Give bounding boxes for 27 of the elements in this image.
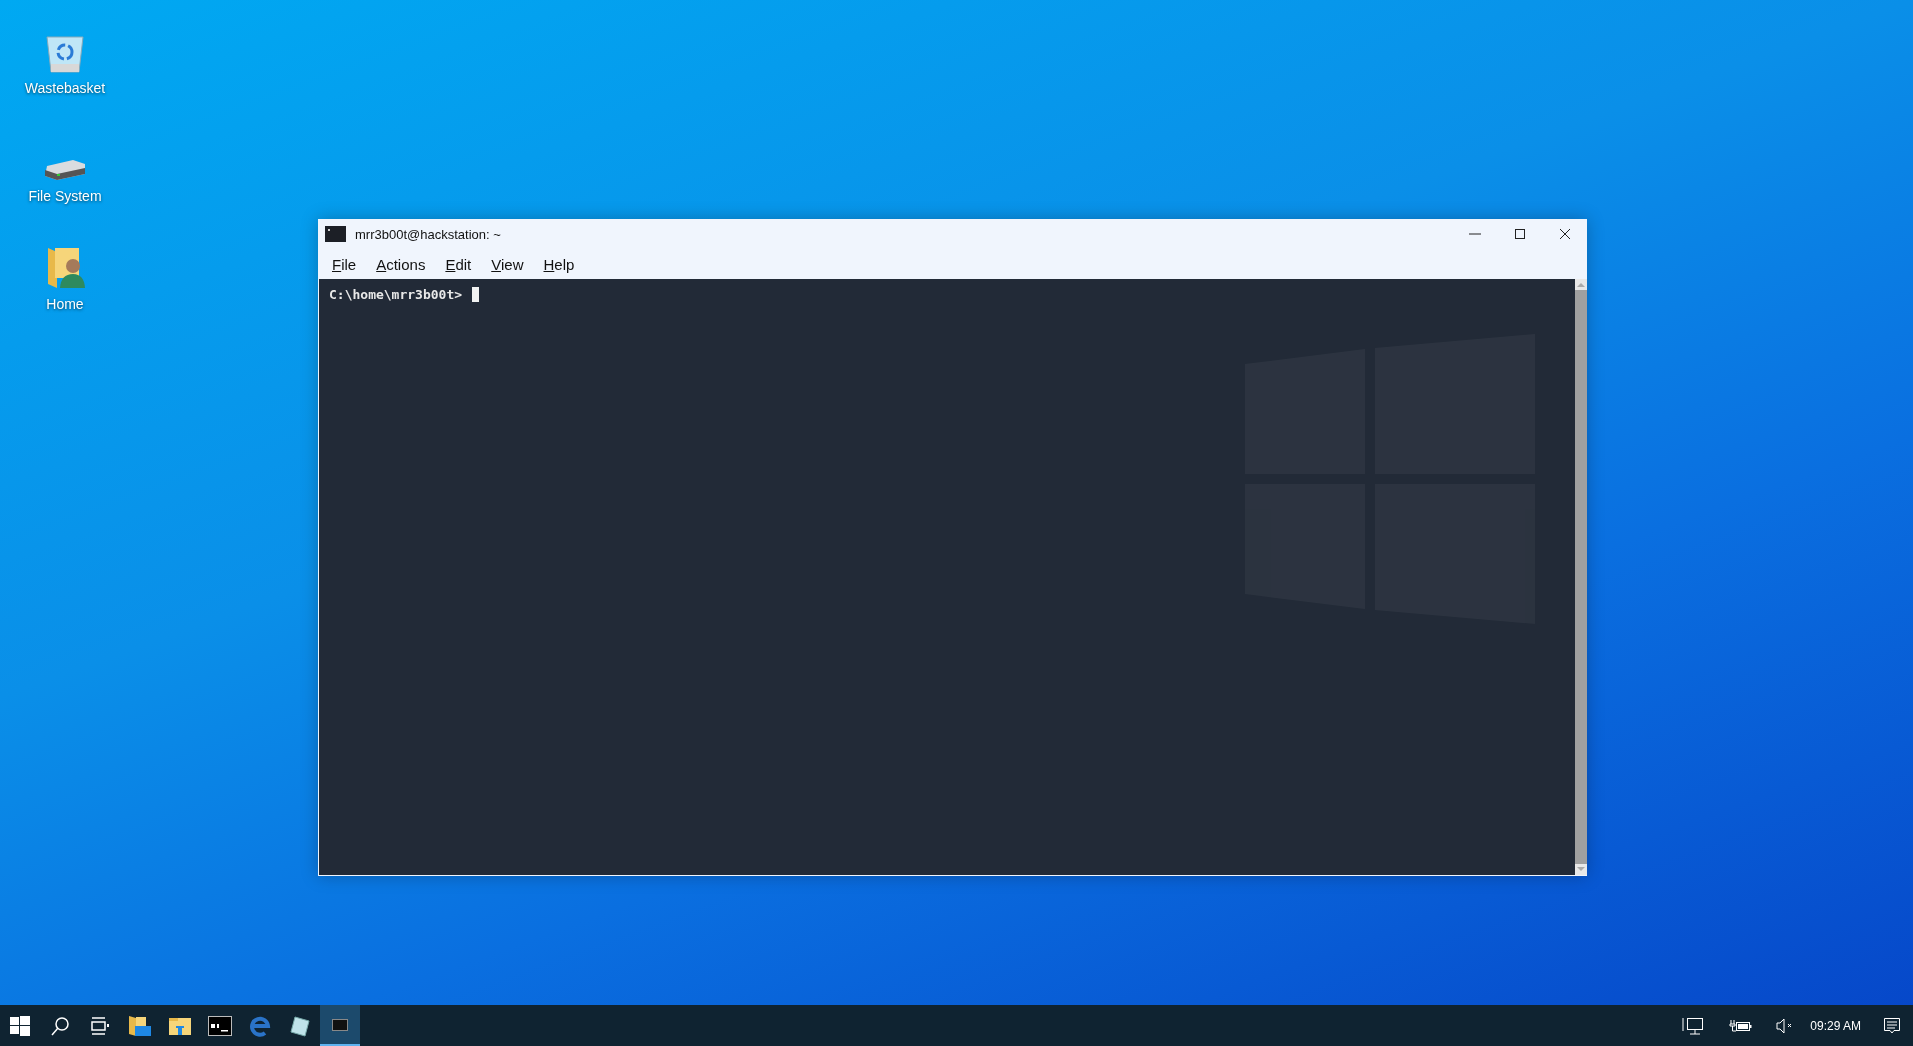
menu-item[interactable]: Actions	[368, 252, 434, 276]
terminal-area[interactable]: C:\home\mrr3b00t>	[319, 279, 1575, 875]
maximize-icon	[1512, 227, 1527, 241]
notifications-icon[interactable]	[1883, 1016, 1901, 1035]
search-icon	[50, 1015, 70, 1036]
menu-item[interactable]: File	[324, 252, 365, 276]
browser-icon	[249, 1014, 271, 1037]
task-view-icon	[89, 1014, 111, 1037]
drive-icon[interactable]	[43, 158, 87, 182]
folder-icon	[128, 1014, 152, 1037]
battery-charging-icon[interactable]	[1728, 1017, 1753, 1034]
user-folder-icon[interactable]	[45, 246, 85, 290]
windows-logo-icon	[10, 1015, 30, 1036]
menu-item[interactable]: Edit	[437, 252, 480, 276]
folder-icon	[168, 1015, 192, 1036]
command-prompt: C:\home\mrr3b00t>	[329, 287, 463, 302]
network-icon[interactable]	[1682, 1016, 1705, 1035]
menu-item[interactable]: View	[483, 252, 532, 276]
close-icon	[1557, 227, 1572, 241]
notepad-icon	[289, 1014, 311, 1037]
window-title: mrr3b00t@hackstation: ~	[355, 226, 501, 242]
terminal-icon	[332, 1018, 348, 1031]
console-icon	[208, 1015, 232, 1036]
terminal-icon	[325, 226, 346, 242]
taskbar-app-button[interactable]	[320, 1005, 360, 1046]
menu-item[interactable]: Help	[535, 252, 583, 276]
clock[interactable]: 09:29 AM	[1810, 1018, 1861, 1033]
